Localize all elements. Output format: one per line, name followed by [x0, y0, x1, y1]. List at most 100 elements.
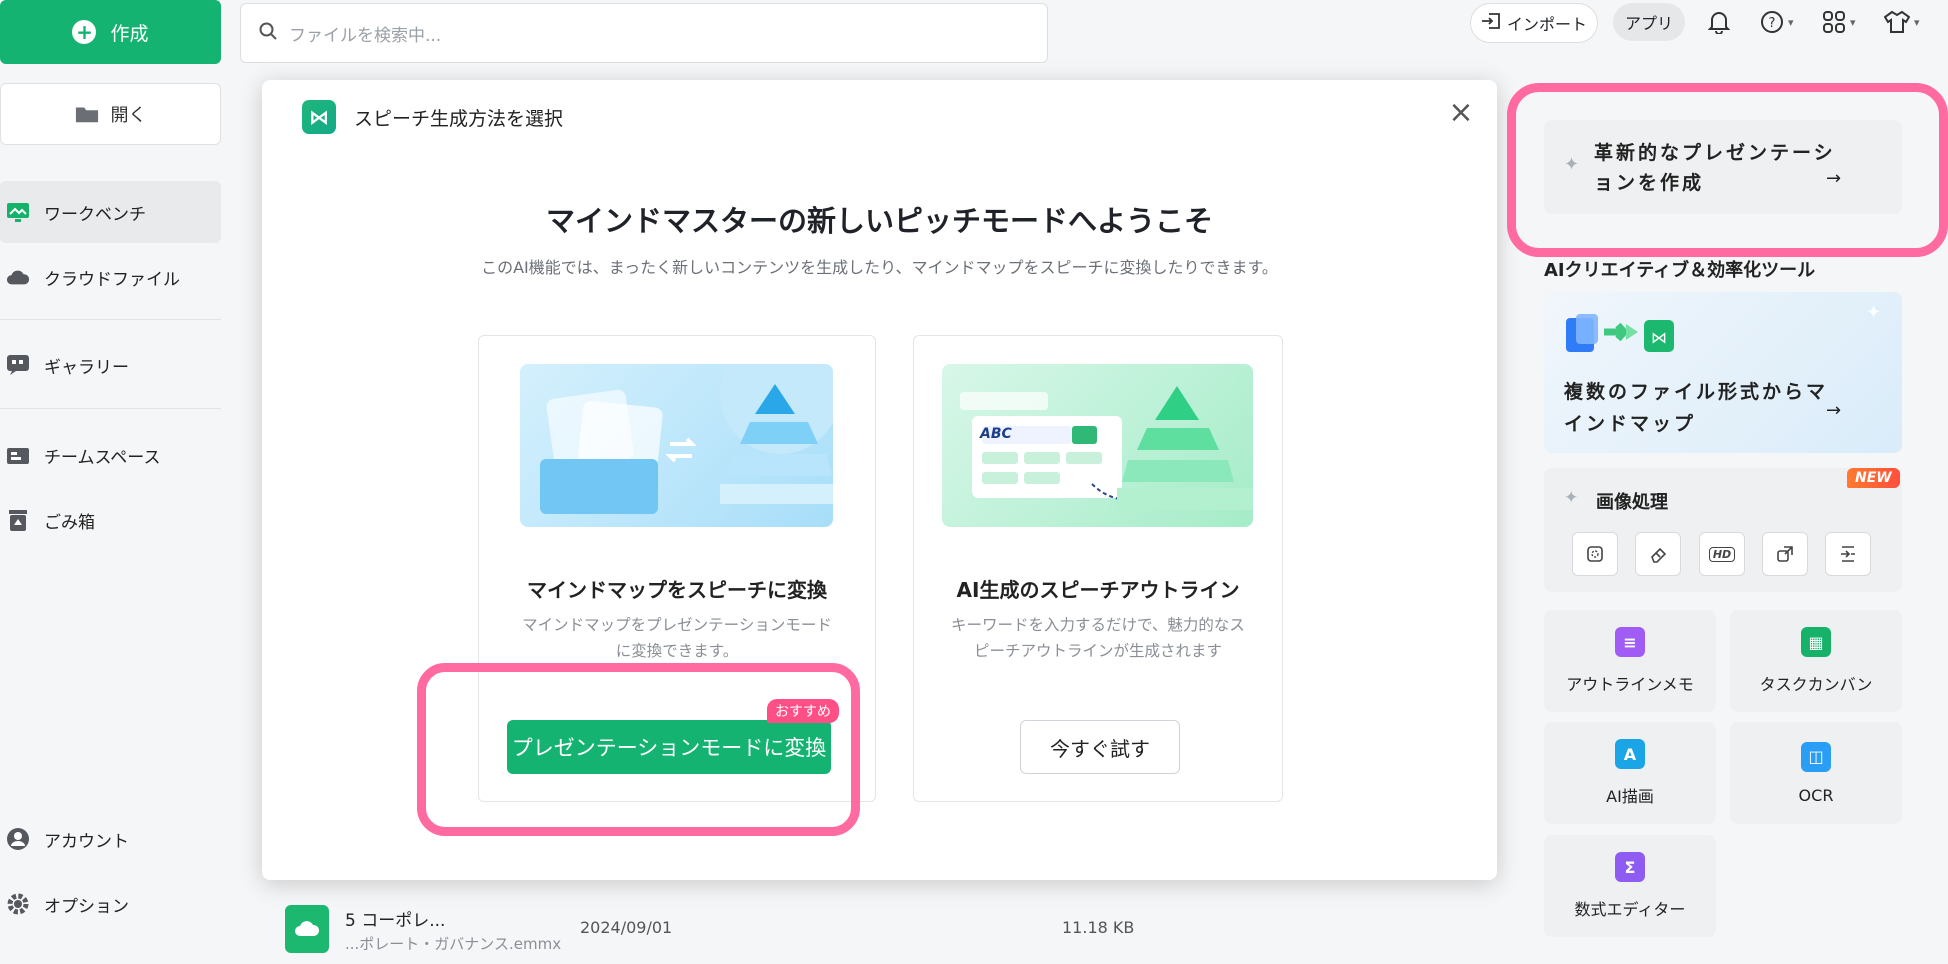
sidebar-item-label: ごみ箱: [44, 512, 95, 533]
dialog-title: スピーチ生成方法を選択: [354, 107, 564, 130]
card-title: AI生成のスピーチアウトライン: [956, 578, 1240, 602]
trash-icon: [6, 508, 30, 532]
chevron-down-icon: ▾: [1914, 15, 1920, 29]
crop-tool-icon[interactable]: [1572, 532, 1618, 576]
convert-mindmap-card[interactable]: マインドマップをスピーチに変換 マインドマップをプレゼンテーションモードに変換で…: [478, 335, 876, 802]
sidebar-item-team[interactable]: チームスペース: [0, 424, 221, 486]
ocr-tool[interactable]: ◫ OCR: [1730, 722, 1902, 824]
open-button[interactable]: 開く: [0, 83, 221, 145]
gallery-icon: [6, 353, 30, 377]
svg-text:⋈: ⋈: [1651, 328, 1667, 347]
try-now-button[interactable]: 今すぐ試す: [1020, 720, 1180, 774]
tool-label: AI描画: [1606, 787, 1654, 806]
eraser-tool-icon[interactable]: [1635, 532, 1681, 576]
hd-label: HD: [1708, 546, 1736, 562]
team-icon: [6, 443, 30, 467]
sidebar-item-options[interactable]: オプション: [0, 873, 221, 935]
ai-outline-card[interactable]: ABC AI生成のスピーチアウトライン キーワードを入力するだけで、魅力的なスピ…: [913, 335, 1283, 802]
sidebar-item-label: クラウドファイル: [44, 269, 180, 290]
import-button[interactable]: インポート: [1470, 3, 1598, 43]
help-icon[interactable]: ? ▾: [1760, 6, 1794, 38]
chevron-down-icon: ▾: [1850, 15, 1856, 29]
close-icon[interactable]: ×: [1446, 98, 1476, 128]
chevron-down-icon: ▾: [1788, 15, 1794, 29]
sidebar-item-label: チームスペース: [44, 447, 161, 468]
sidebar-item-cloud[interactable]: クラウドファイル: [0, 246, 221, 308]
import-label: インポート: [1506, 15, 1587, 34]
create-presentation-label: 革新的なプレゼンテーションを作成: [1594, 142, 1836, 194]
ai-drawing-icon: A: [1615, 739, 1645, 769]
open-label: 開く: [110, 105, 147, 126]
sigma-icon: Σ: [1615, 852, 1645, 882]
grid-icon[interactable]: ▾: [1822, 6, 1856, 38]
convert-to-presentation-button[interactable]: プレゼンテーションモードに変換: [507, 720, 831, 774]
multi-file-label: 複数のファイル形式からマインドマップ: [1564, 381, 1829, 435]
gear-icon: [6, 892, 30, 916]
recommended-badge: おすすめ: [767, 699, 839, 723]
sidebar-divider: [0, 408, 221, 409]
sidebar-item-label: アカウント: [44, 831, 129, 852]
ocr-icon: ◫: [1801, 741, 1831, 772]
file-name[interactable]: 5 コーポレ...: [345, 906, 445, 931]
search-icon: [259, 22, 277, 45]
file-name-full: ...ポレート・ガバナンス.emmx: [345, 935, 562, 953]
convert-illustration: [520, 364, 833, 527]
shirt-icon[interactable]: ▾: [1884, 6, 1920, 38]
tool-label: アウトラインメモ: [1566, 675, 1694, 694]
sidebar-item-workbench[interactable]: ワークベンチ: [0, 181, 221, 243]
account-icon: [6, 827, 30, 851]
file-icon: [285, 905, 329, 953]
formula-editor-tool[interactable]: Σ 数式エディター: [1544, 835, 1716, 937]
sparkle-icon: ✦: [1564, 488, 1579, 508]
search-input[interactable]: ファイルを検索中...: [240, 3, 1048, 63]
dialog-header: ⋈ スピーチ生成方法を選択: [302, 100, 563, 134]
app-button[interactable]: アプリ: [1613, 3, 1685, 41]
card-description: キーワードを入力するだけで、魅力的なスピーチアウトラインが生成されます: [951, 616, 1245, 660]
create-presentation-card[interactable]: ✦ 革新的なプレゼンテーションを作成 →: [1544, 120, 1902, 214]
bell-icon[interactable]: [1708, 6, 1730, 38]
sidebar-item-trash[interactable]: ごみ箱: [0, 489, 221, 551]
outline-memo-tool[interactable]: ≡ アウトラインメモ: [1544, 610, 1716, 712]
task-kanban-icon: ▦: [1801, 627, 1831, 657]
sidebar-item-label: ワークベンチ: [44, 204, 146, 225]
card-description: マインドマップをプレゼンテーションモードに変換できます。: [522, 616, 832, 660]
task-kanban-tool[interactable]: ▦ タスクカンバン: [1730, 610, 1902, 712]
hd-enhance-icon[interactable]: HD: [1699, 532, 1745, 576]
abc-sample-text: ABC: [980, 426, 1012, 442]
upscale-tool-icon[interactable]: [1762, 532, 1808, 576]
import-icon: [1481, 12, 1501, 34]
cloud-icon: [6, 265, 30, 289]
mindmaster-logo-icon: ⋈: [302, 100, 336, 134]
ai-outline-illustration: ABC: [942, 364, 1253, 527]
sparkle-icon: ✦: [1866, 302, 1882, 323]
plus-icon: +: [72, 20, 97, 44]
sidebar-item-label: ギャラリー: [44, 357, 129, 378]
image-processing-title: 画像処理: [1596, 492, 1668, 513]
dialog-headline: マインドマスターの新しいピッチモードへようこそ: [545, 204, 1213, 238]
arrow-right-icon: →: [1826, 400, 1842, 421]
arrow-right-icon: →: [1826, 168, 1842, 189]
tool-label: タスクカンバン: [1759, 675, 1873, 694]
sidebar-divider: [0, 319, 221, 320]
sidebar-item-gallery[interactable]: ギャラリー: [0, 334, 221, 396]
create-label: 作成: [110, 22, 149, 45]
tool-label: OCR: [1798, 785, 1834, 805]
file-conversion-icon: ⋈: [1564, 312, 1684, 358]
tool-label: 数式エディター: [1574, 900, 1686, 919]
expand-tool-icon[interactable]: [1825, 532, 1871, 576]
file-size: 11.18 KB: [1062, 918, 1135, 937]
multi-file-to-mindmap-card[interactable]: ⋈ ✦ 複数のファイル形式からマインドマップ →: [1544, 292, 1902, 453]
speech-generation-dialog: ⋈ スピーチ生成方法を選択 × マインドマスターの新しいピッチモードへようこそ …: [262, 80, 1497, 880]
folder-icon: [75, 102, 99, 126]
workbench-icon: [6, 200, 30, 224]
create-button[interactable]: + 作成: [0, 0, 221, 64]
new-badge: NEW: [1847, 468, 1900, 488]
svg-text:?: ?: [1769, 16, 1776, 31]
card-title: マインドマップをスピーチに変換: [527, 578, 827, 602]
app-label: アプリ: [1624, 14, 1673, 33]
ai-drawing-tool[interactable]: A AI描画: [1544, 722, 1716, 824]
ai-tools-heading: AIクリエイティブ＆効率化ツール: [1544, 260, 1816, 281]
outline-memo-icon: ≡: [1615, 627, 1645, 657]
sidebar-item-account[interactable]: アカウント: [0, 808, 221, 870]
dialog-subline: このAI機能では、まったく新しいコンテンツを生成したり、マインドマップをスピーチ…: [481, 258, 1278, 277]
